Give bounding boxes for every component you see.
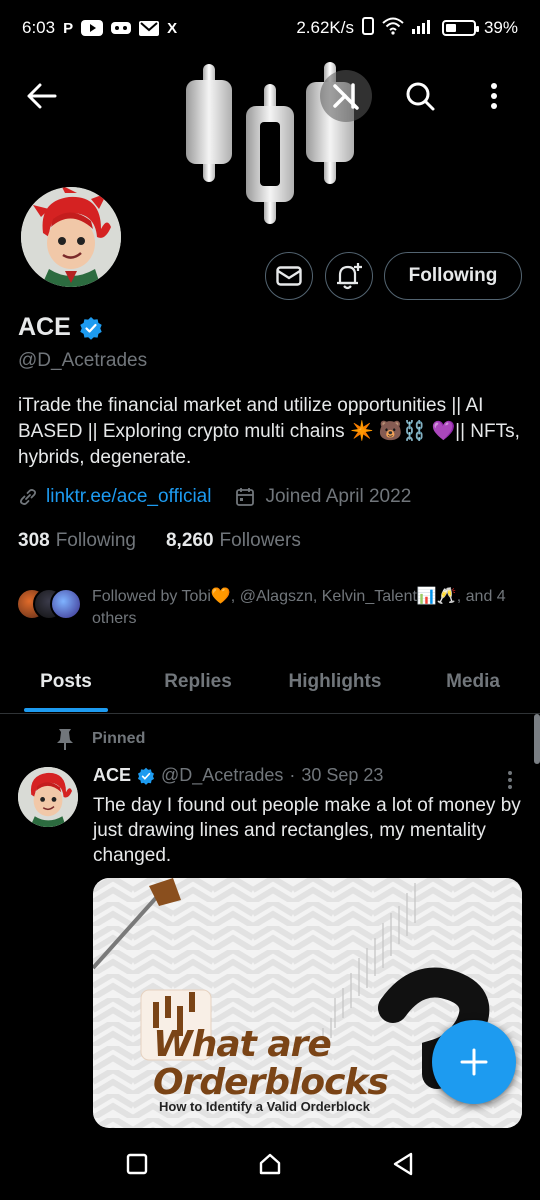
wifi-icon — [382, 17, 404, 40]
p-app-icon: P — [63, 19, 74, 37]
gmail-icon — [139, 20, 160, 36]
follower-avatar — [50, 588, 82, 620]
post-separator: · — [289, 765, 296, 785]
back-nav-button[interactable] — [383, 1144, 423, 1184]
profile-tabs: Posts Replies Highlights Media — [0, 652, 540, 714]
pin-icon — [57, 729, 73, 750]
followers-count[interactable]: 8,260 — [166, 530, 214, 552]
post-author-handle[interactable]: @D_Acetrades — [161, 765, 283, 786]
tab-posts[interactable]: Posts — [0, 652, 132, 712]
banner-candle — [186, 64, 232, 182]
grok-button[interactable] — [320, 70, 372, 122]
game-icon — [111, 21, 132, 35]
grok-icon — [333, 83, 359, 110]
home-button[interactable] — [250, 1144, 290, 1184]
recents-button[interactable] — [117, 1144, 157, 1184]
vibrate-icon — [361, 16, 374, 40]
battery-percent: 39% — [483, 18, 518, 37]
more-options-button[interactable] — [470, 72, 518, 120]
plus-icon — [460, 1048, 488, 1076]
post-author-name[interactable]: ACE — [93, 765, 131, 786]
status-time: 6:03 — [22, 18, 56, 37]
following-count[interactable]: 308 — [18, 530, 50, 552]
message-button[interactable] — [265, 252, 313, 300]
post-text: The day I found out people make a lot of… — [93, 795, 521, 866]
profile-avatar[interactable] — [17, 183, 125, 291]
verified-badge-icon — [80, 316, 102, 340]
followed-by-text: Followed by Tobi🧡, @Alagszn, Kelvin_Tale… — [92, 588, 506, 627]
more-vertical-icon — [491, 83, 497, 109]
bell-plus-icon — [337, 263, 362, 290]
media-title-line1: What are — [153, 1024, 332, 1065]
youtube-icon — [81, 20, 104, 36]
follow-counts: 308 Following 8,260 Followers — [18, 530, 301, 552]
back-button[interactable] — [18, 72, 66, 120]
tab-media[interactable]: Media — [406, 652, 540, 712]
profile-bio: iTrade the financial market and utilize … — [18, 395, 520, 468]
avatar-illustration — [21, 187, 121, 287]
link-icon — [19, 489, 37, 505]
back-arrow-icon — [27, 83, 57, 109]
x-app-icon: X — [167, 19, 178, 37]
tab-label: Replies — [164, 671, 232, 692]
tab-replies[interactable]: Replies — [132, 652, 264, 712]
verified-badge-icon — [137, 767, 155, 785]
pinned-indicator: Pinned — [56, 728, 145, 750]
post-header: ACE @D_Acetrades · 30 Sep 23 — [93, 765, 383, 786]
active-tab-indicator — [24, 708, 108, 712]
pinned-label: Pinned — [92, 730, 146, 747]
profile-meta: linktr.ee/ace_official Joined April 2022 — [18, 486, 411, 508]
media-title-line2: Orderblocks — [153, 1062, 389, 1103]
status-bar: 6:03 P X 2.62K/s 39% — [0, 0, 540, 56]
profile-link[interactable]: linktr.ee/ace_official — [46, 486, 211, 508]
post-author-avatar[interactable] — [18, 767, 78, 827]
profile-handle: @D_Acetrades — [18, 350, 148, 371]
post-more-button[interactable] — [498, 768, 522, 792]
calendar-icon — [236, 488, 255, 506]
following-button[interactable]: Following — [384, 252, 522, 300]
profile-name-row: ACE — [18, 313, 103, 342]
tab-label: Highlights — [288, 671, 382, 692]
post-date[interactable]: 30 Sep 23 — [301, 765, 383, 786]
followers-label[interactable]: Followers — [220, 530, 301, 552]
followed-by-avatars — [16, 586, 86, 622]
system-nav-bar — [0, 1128, 540, 1200]
back-triangle-icon — [394, 1152, 413, 1176]
media-subtitle: How to Identify a Valid Orderblock — [159, 1099, 370, 1114]
tab-label: Media — [446, 671, 500, 692]
following-label[interactable]: Following — [56, 530, 136, 552]
battery-icon — [441, 20, 479, 36]
profile-name: ACE — [18, 313, 71, 341]
net-speed: 2.62K/s — [296, 18, 354, 37]
home-icon — [259, 1153, 281, 1175]
banner-candle — [246, 84, 294, 224]
tab-label: Posts — [40, 671, 92, 692]
notifications-button[interactable] — [325, 252, 373, 300]
followed-by-row[interactable]: Followed by Tobi🧡, @Alagszn, Kelvin_Tale… — [16, 586, 526, 630]
scrollbar[interactable] — [534, 714, 540, 764]
compose-post-button[interactable] — [432, 1020, 516, 1104]
tab-highlights[interactable]: Highlights — [264, 652, 406, 712]
avatar-illustration — [18, 767, 78, 827]
search-icon — [406, 82, 435, 111]
search-button[interactable] — [396, 72, 444, 120]
joined-date: Joined April 2022 — [265, 486, 412, 507]
signal-icon — [411, 18, 434, 39]
square-icon — [126, 1153, 147, 1175]
envelope-icon — [276, 266, 302, 286]
